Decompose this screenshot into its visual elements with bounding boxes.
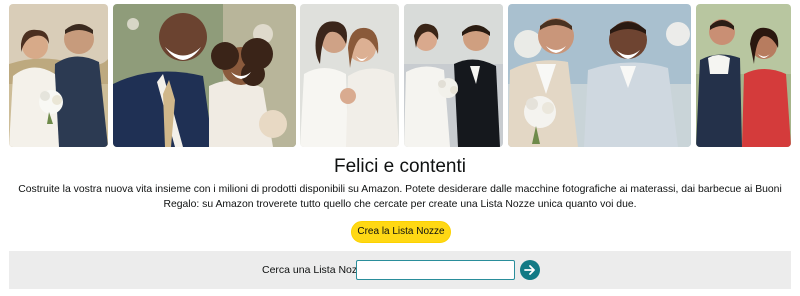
photo-brides-embracing [300, 4, 399, 147]
hero-description: Costruite la vostra nuova vita insieme c… [18, 184, 782, 210]
page-title: Felici e contenti [333, 156, 466, 177]
photo-couple-red-dress [696, 4, 791, 147]
wedding-photo-strip [9, 4, 791, 147]
registry-search-bar: Cerca una Lista Nozze [9, 251, 791, 289]
create-registry-button[interactable]: Crea la Lista Nozze [351, 221, 451, 243]
registry-search-input[interactable] [356, 260, 515, 280]
search-label: Cerca una Lista Nozze [262, 264, 369, 276]
arrow-right-icon [524, 265, 535, 275]
photo-grooms-walking [508, 4, 691, 147]
photo-couple-field [9, 4, 108, 147]
photo-couple-laughing [113, 4, 296, 147]
search-submit-button[interactable] [520, 260, 540, 280]
photo-couple-formal [404, 4, 503, 147]
